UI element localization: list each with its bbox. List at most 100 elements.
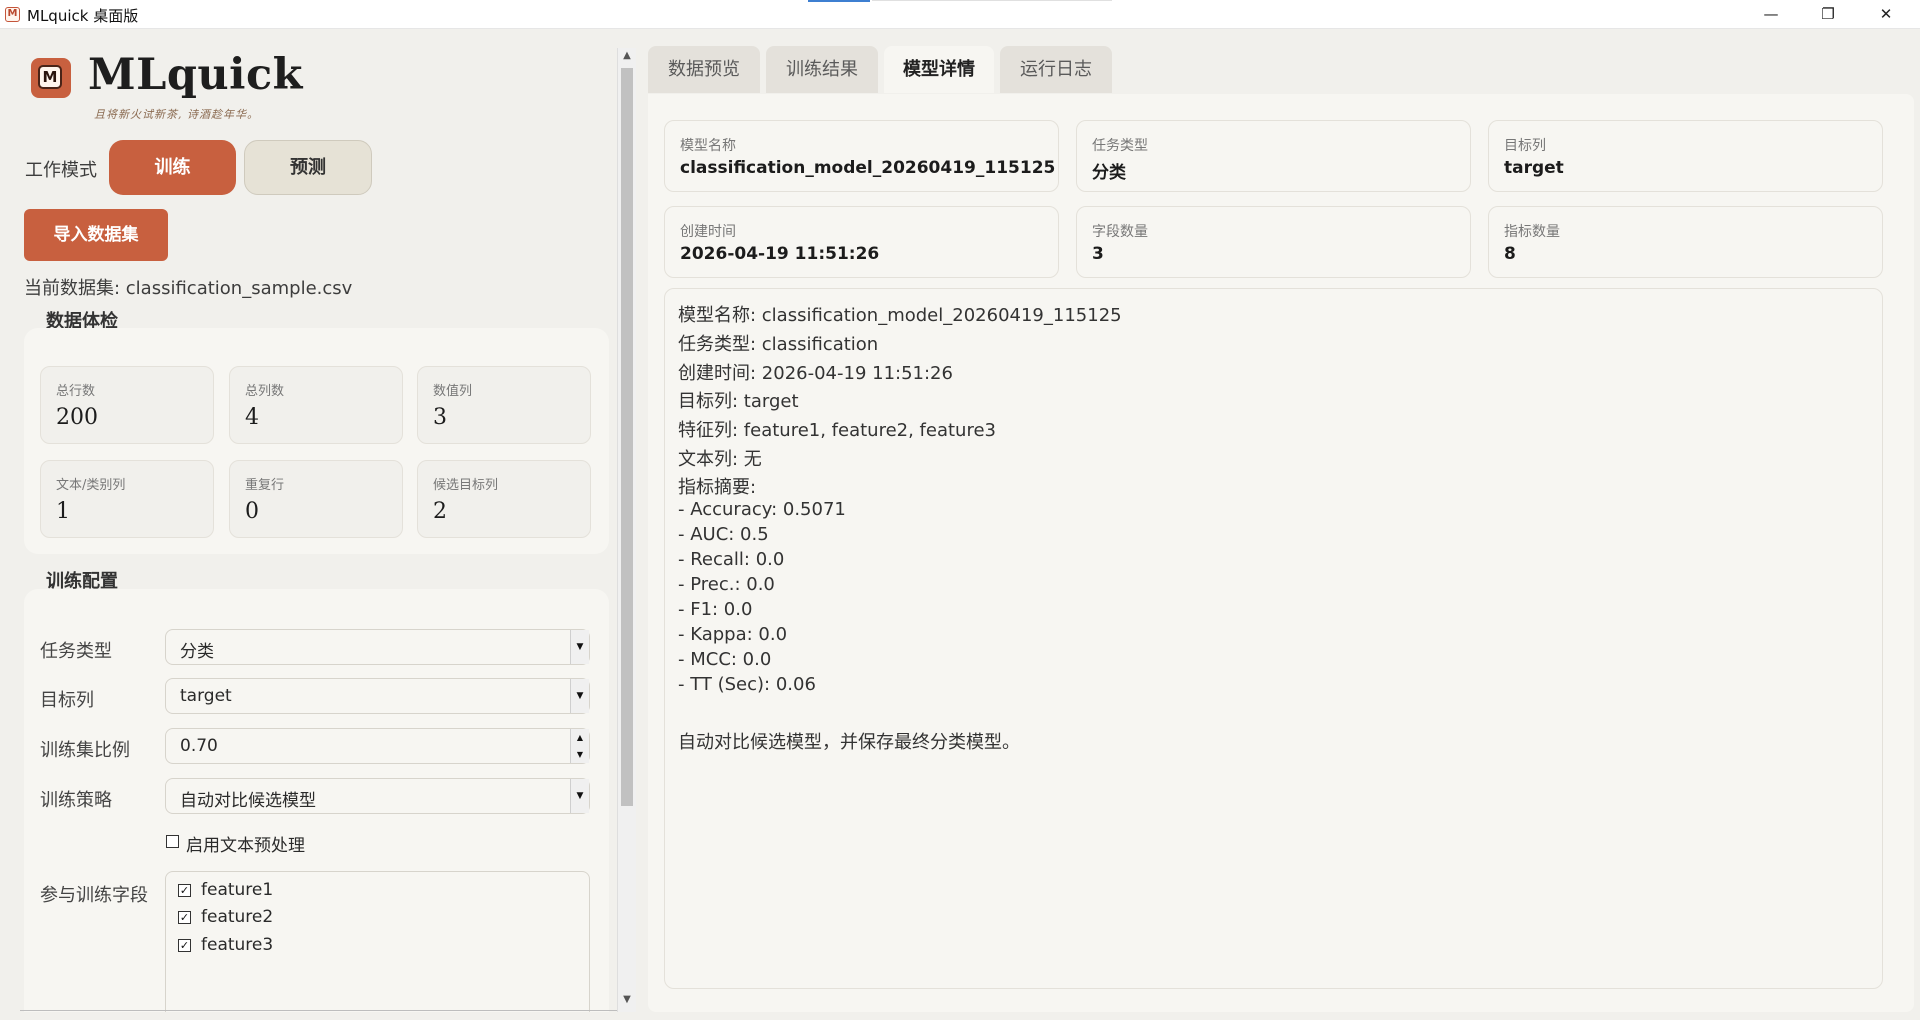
detail-line: - Recall: 0.0 (678, 549, 785, 570)
detail-line: 创建时间: 2026-04-19 11:51:26 (678, 363, 953, 384)
stat-value: 4 (245, 405, 259, 430)
stat-card-rows: 总行数 200 (40, 366, 214, 444)
info-value: classification_model_20260419_115125 (680, 158, 1056, 178)
stat-card-columns: 总列数 4 (229, 366, 403, 444)
target-label: 目标列 (40, 690, 94, 711)
strategy-label: 训练策略 (40, 790, 112, 811)
detail-line: - TT (Sec): 0.06 (678, 674, 816, 695)
info-value: 2026-04-19 11:51:26 (680, 244, 880, 264)
field-checkbox-feature3[interactable]: ✓ (178, 939, 191, 952)
info-label: 任务类型 (1092, 138, 1148, 154)
chevron-down-icon[interactable]: ▼ (570, 679, 589, 713)
predict-mode-button[interactable]: 预测 (244, 140, 372, 195)
info-label: 目标列 (1504, 138, 1546, 154)
field-label: feature3 (201, 935, 274, 955)
stat-value: 3 (433, 405, 447, 430)
stat-value: 0 (245, 499, 259, 524)
text-preprocess-label: 启用文本预处理 (186, 836, 305, 856)
left-panel-bottom-border (20, 1010, 617, 1011)
model-details-panel: 模型名称 classification_model_20260419_11512… (648, 94, 1914, 1012)
left-panel-scrollbar[interactable]: ▲ ▼ (617, 48, 636, 1012)
scroll-down-icon[interactable]: ▼ (618, 994, 636, 1005)
window-title: MLquick 桌面版 (27, 7, 139, 25)
stat-card-numeric: 数值列 3 (417, 366, 591, 444)
tab-run-log[interactable]: 运行日志 (1000, 46, 1112, 93)
train-ratio-value: 0.70 (180, 736, 218, 756)
field-label: feature2 (201, 907, 274, 927)
brand-name: MLquick (88, 50, 303, 100)
tab-model-details[interactable]: 模型详情 (884, 46, 994, 93)
detail-line: - Accuracy: 0.5071 (678, 499, 846, 520)
spin-down-icon[interactable]: ▼ (570, 746, 589, 763)
task-type-label: 任务类型 (40, 641, 112, 662)
close-icon[interactable]: ✕ (1863, 0, 1909, 29)
maximize-icon[interactable]: ❐ (1805, 0, 1851, 29)
info-value: 3 (1092, 244, 1104, 264)
strategy-select[interactable]: 自动对比候选模型 ▼ (165, 778, 590, 814)
stat-label: 文本/类别列 (56, 478, 126, 493)
info-card-task-type: 任务类型 分类 (1076, 120, 1471, 192)
detail-line: 目标列: target (678, 391, 799, 412)
target-value: target (180, 686, 232, 706)
stat-label: 总列数 (245, 384, 285, 399)
target-select[interactable]: target ▼ (165, 678, 590, 714)
detail-line: 模型名称: classification_model_20260419_1151… (678, 305, 1122, 326)
info-value: 分类 (1092, 163, 1126, 183)
info-label: 模型名称 (680, 138, 736, 154)
title-bar-divider (872, 0, 1112, 1)
mode-label: 工作模式 (25, 160, 97, 181)
info-value: 8 (1504, 244, 1516, 264)
chevron-down-icon[interactable]: ▼ (570, 630, 589, 664)
detail-line: - Prec.: 0.0 (678, 574, 775, 595)
current-dataset-label: 当前数据集: classification_sample.csv (24, 278, 353, 299)
info-card-created-time: 创建时间 2026-04-19 11:51:26 (664, 206, 1059, 278)
info-label: 字段数量 (1092, 224, 1148, 240)
stat-label: 重复行 (245, 478, 285, 493)
info-card-target: 目标列 target (1488, 120, 1883, 192)
info-value: target (1504, 158, 1564, 178)
detail-line: 特征列: feature1, feature2, feature3 (678, 420, 996, 441)
minimize-icon[interactable]: — (1748, 0, 1794, 29)
stat-label: 数值列 (433, 384, 473, 399)
field-checkbox-feature1[interactable]: ✓ (178, 884, 191, 897)
data-check-panel: 总行数 200 总列数 4 数值列 3 文本/类别列 1 重复行 0 候选目标列… (24, 328, 609, 554)
detail-line: 指标摘要: (678, 477, 757, 498)
task-type-value: 分类 (180, 642, 214, 662)
fields-label: 参与训练字段 (40, 885, 148, 906)
stat-card-duplicates: 重复行 0 (229, 460, 403, 538)
detail-line: 自动对比候选模型，并保存最终分类模型。 (678, 732, 1020, 753)
info-card-field-count: 字段数量 3 (1076, 206, 1471, 278)
tab-train-results[interactable]: 训练结果 (766, 46, 878, 93)
chevron-down-icon[interactable]: ▼ (570, 779, 589, 813)
strategy-value: 自动对比候选模型 (180, 791, 316, 811)
stat-value: 200 (56, 405, 98, 430)
stat-label: 总行数 (56, 384, 96, 399)
train-mode-button[interactable]: 训练 (109, 140, 236, 195)
spin-up-icon[interactable]: ▲ (570, 729, 589, 747)
field-checkbox-feature2[interactable]: ✓ (178, 911, 191, 924)
train-ratio-spinbox[interactable]: 0.70 ▲ ▼ (165, 728, 590, 764)
text-preprocess-checkbox[interactable] (166, 835, 179, 848)
detail-line: 任务类型: classification (678, 334, 879, 355)
stat-card-targets: 候选目标列 2 (417, 460, 591, 538)
train-ratio-label: 训练集比例 (40, 740, 130, 761)
info-card-model-name: 模型名称 classification_model_20260419_11512… (664, 120, 1059, 192)
title-bar: M MLquick 桌面版 — ❐ ✕ (0, 0, 1920, 29)
detail-line: - F1: 0.0 (678, 599, 753, 620)
detail-line: 文本列: 无 (678, 449, 762, 470)
scroll-up-icon[interactable]: ▲ (618, 50, 636, 61)
logo-letter: M (38, 65, 62, 89)
tab-data-preview[interactable]: 数据预览 (648, 46, 760, 93)
model-detail-text[interactable]: 模型名称: classification_model_20260419_1151… (664, 288, 1883, 989)
scrollbar-thumb[interactable] (621, 68, 633, 806)
task-type-select[interactable]: 分类 ▼ (165, 629, 590, 665)
stat-value: 2 (433, 499, 447, 524)
import-dataset-button[interactable]: 导入数据集 (24, 209, 168, 261)
detail-line: - Kappa: 0.0 (678, 624, 788, 645)
info-label: 指标数量 (1504, 224, 1560, 240)
title-bar-accent (808, 0, 870, 2)
detail-line: - MCC: 0.0 (678, 649, 772, 670)
info-card-metric-count: 指标数量 8 (1488, 206, 1883, 278)
field-label: feature1 (201, 880, 274, 900)
stat-card-text: 文本/类别列 1 (40, 460, 214, 538)
